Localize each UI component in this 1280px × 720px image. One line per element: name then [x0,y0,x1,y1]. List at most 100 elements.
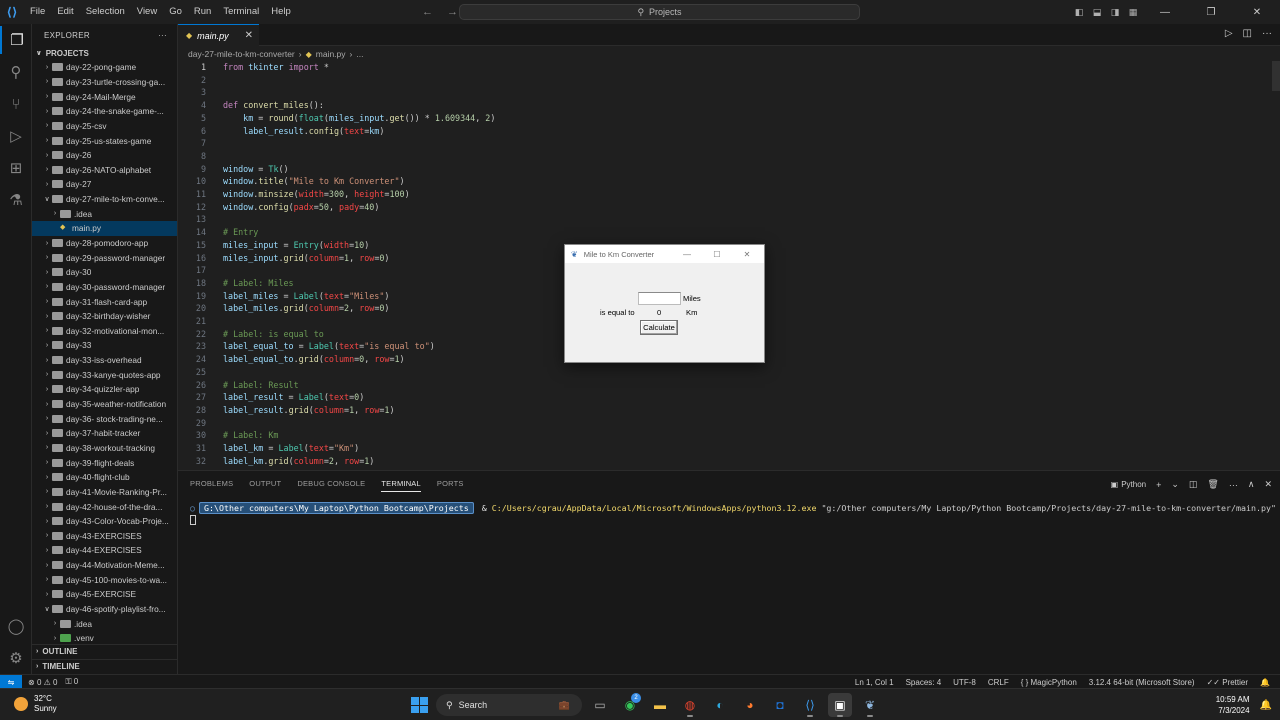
cursor-position[interactable]: Ln 1, Col 1 [855,678,894,687]
editor-scrollbar[interactable] [1272,61,1280,91]
tree-folder-item[interactable]: › day-45-100-movies-to-wa... [32,572,177,587]
breadcrumb-folder[interactable]: day-27-mile-to-km-converter [188,49,295,59]
tree-folder-item[interactable]: › day-36- stock-trading-ne... [32,411,177,426]
clock[interactable]: 10:59 AM 7/3/2024 [1216,694,1250,716]
account-icon[interactable]: ◯ [0,612,32,640]
search-icon[interactable]: ⚲ [0,58,32,86]
explorer-icon[interactable]: ❐ [0,26,32,54]
tree-folder-item[interactable]: › day-33-kanye-quotes-app [32,367,177,382]
tree-folder-item[interactable]: › day-30-password-manager [32,280,177,295]
tree-folder-item[interactable]: › day-33-iss-overhead [32,353,177,368]
tree-file-item[interactable]: ◆ main.py [32,221,177,236]
tree-folder-item[interactable]: › day-26-NATO-alphabet [32,162,177,177]
tree-folder-item[interactable]: › day-45-EXERCISE [32,587,177,602]
close-panel-icon[interactable]: ✕ [1264,479,1272,490]
outlook-icon[interactable]: ◘ [768,693,792,717]
menu-item-go[interactable]: Go [163,0,188,24]
edge-icon[interactable]: ◐ [708,693,732,717]
prettier-status[interactable]: ✓✓ Prettier [1207,678,1248,687]
python-app-icon[interactable]: ▣ [828,693,852,717]
terminal-shell-selector[interactable]: ▣ Python [1111,480,1146,489]
tk-minimize-button[interactable]: — [672,245,702,263]
source-control-icon[interactable]: ⑂ [0,90,32,118]
miles-input[interactable] [638,292,681,305]
projects-section-header[interactable]: ∨ PROJECTS [32,46,177,60]
tree-folder-item[interactable]: › day-44-EXERCISES [32,543,177,558]
panel-tab-terminal[interactable]: TERMINAL [381,479,421,492]
tk-close-button[interactable]: ✕ [732,245,762,263]
more-actions-icon[interactable]: ··· [1229,480,1238,490]
panel-tab-ports[interactable]: PORTS [437,479,464,492]
tree-folder-item[interactable]: › day-26 [32,148,177,163]
tree-folder-item[interactable]: › day-24-Mail-Merge [32,89,177,104]
tree-folder-item[interactable]: › day-32-motivational-mon... [32,324,177,339]
tree-folder-item[interactable]: › day-31-flash-card-app [32,294,177,309]
tree-folder-item[interactable]: › day-25-csv [32,119,177,134]
calculate-button[interactable]: Calculate [640,320,678,335]
tree-folder-item[interactable]: › day-28-pomodoro-app [32,236,177,251]
tree-folder-item[interactable]: › day-35-weather-notification [32,397,177,412]
toggle-secondary-sidebar-icon[interactable]: ◨ [1106,7,1124,18]
terminal-command-line[interactable]: ○ G:\Other computers\My Laptop\Python Boo… [190,502,1276,514]
extensions-icon[interactable]: ⊞ [0,154,32,182]
menu-item-file[interactable]: File [24,0,51,24]
end-of-line[interactable]: CRLF [988,678,1009,687]
timeline-section-header[interactable]: › TIMELINE [32,659,177,673]
more-actions-icon[interactable]: ··· [158,31,167,40]
close-tab-icon[interactable]: ✕ [245,30,253,41]
tree-folder-item[interactable]: ∨ day-46-spotify-playlist-fro... [32,602,177,617]
tree-folder-item[interactable]: › day-29-password-manager [32,250,177,265]
tree-folder-item[interactable]: › day-34-quizzler-app [32,382,177,397]
notifications-bell-icon[interactable]: 🔔 [1260,678,1270,687]
menu-item-view[interactable]: View [131,0,163,24]
task-view-icon[interactable]: ▭ [588,693,612,717]
menu-item-terminal[interactable]: Terminal [217,0,265,24]
python-interpreter[interactable]: 3.12.4 64-bit (Microsoft Store) [1089,678,1195,687]
taskbar-search[interactable]: ⚲ Search 💼 [436,694,582,716]
more-actions-icon[interactable]: ··· [1262,28,1272,39]
tree-folder-item[interactable]: › day-37-habit-tracker [32,426,177,441]
tree-folder-item[interactable]: › day-42-house-of-the-dra... [32,499,177,514]
tree-folder-item[interactable]: › day-27 [32,177,177,192]
tree-folder-item[interactable]: › day-32-birthday-wisher [32,309,177,324]
tree-folder-item[interactable]: › .idea [32,206,177,221]
back-arrow-icon[interactable]: ← [422,6,433,18]
vscode-taskbar-icon[interactable]: ⟨⟩ [798,693,822,717]
maximize-panel-icon[interactable]: ∧ [1248,479,1255,490]
split-editor-icon[interactable]: ◫ [1243,28,1252,39]
tree-folder-item[interactable]: › day-43-EXERCISES [32,529,177,544]
menu-item-edit[interactable]: Edit [51,0,79,24]
language-mode[interactable]: { } MagicPython [1021,678,1077,687]
tree-folder-item[interactable]: › day-23-turtle-crossing-ga... [32,75,177,90]
notification-icon[interactable]: 🔔 [1260,700,1272,711]
remote-indicator-icon[interactable]: ⇋ [0,675,22,689]
tree-folder-item[interactable]: › day-24-the-snake-game-... [32,104,177,119]
tree-folder-item[interactable]: › day-41-Movie-Ranking-Pr... [32,485,177,500]
tree-folder-item[interactable]: ∨ day-27-mile-to-km-conve... [32,192,177,207]
menu-item-run[interactable]: Run [188,0,217,24]
tree-folder-item[interactable]: › day-44-Motivation-Meme... [32,558,177,573]
command-center[interactable]: ⚲ Projects [459,4,860,20]
restore-window-button[interactable]: ❐ [1188,7,1234,18]
panel-tab-output[interactable]: OUTPUT [249,479,281,492]
tree-folder-item[interactable]: › day-38-workout-tracking [32,441,177,456]
tk-maximize-button[interactable]: ☐ [702,245,732,263]
toggle-panel-icon[interactable]: ⬓ [1088,7,1106,18]
tree-folder-item[interactable]: › day-22-pong-game [32,60,177,75]
chrome-icon[interactable]: ◍ [678,693,702,717]
breadcrumb-symbol[interactable]: ... [356,49,363,59]
split-terminal-icon[interactable]: ◫ [1189,479,1198,490]
menu-item-selection[interactable]: Selection [80,0,131,24]
panel-tab-debug-console[interactable]: DEBUG CONSOLE [297,479,365,492]
problems-indicator[interactable]: ⊗ 0 ⚠ 0 [28,678,57,687]
close-window-button[interactable]: ✕ [1234,7,1280,18]
tree-folder-item[interactable]: › day-33 [32,338,177,353]
tk-title-bar[interactable]: ❦ Mile to Km Converter — ☐ ✕ [565,245,764,263]
tree-folder-item[interactable]: › .idea [32,616,177,631]
tree-folder-item[interactable]: › day-40-flight-club [32,470,177,485]
python-idle-icon[interactable]: ❦ [858,693,882,717]
settings-gear-icon[interactable]: ⚙ [0,644,32,672]
chevron-down-icon[interactable]: ⌄ [1171,479,1179,490]
menu-item-help[interactable]: Help [265,0,297,24]
weather-widget[interactable]: 32°C Sunny [14,694,57,714]
